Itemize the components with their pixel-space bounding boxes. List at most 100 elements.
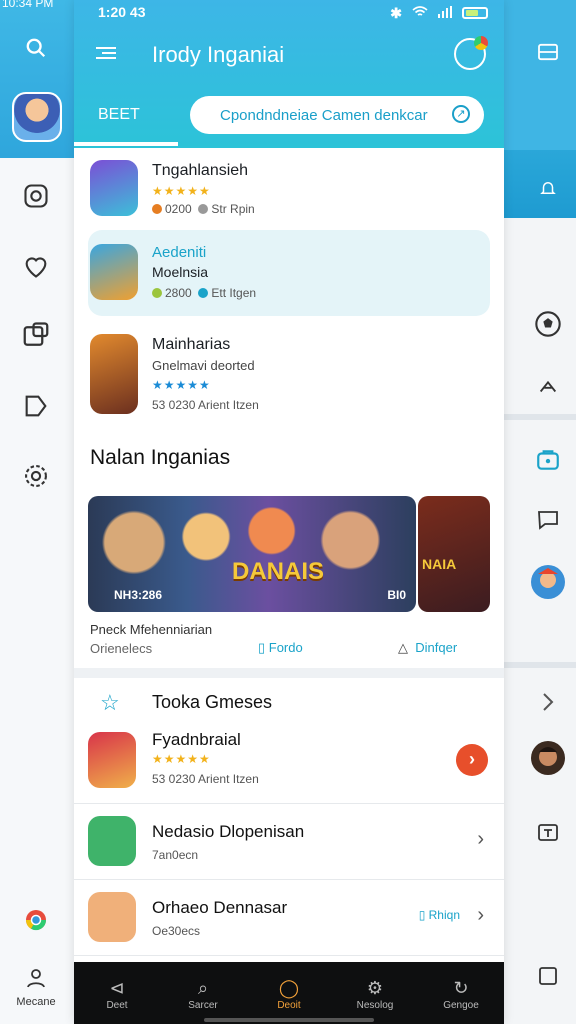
bell-icon[interactable]: [530, 170, 566, 206]
row-title: Orhaeo Dennasar: [152, 898, 288, 917]
game-meta: 53 0230 Arient Itzen: [152, 398, 259, 412]
nav-icon: ⚙: [366, 977, 384, 998]
nav-item-search[interactable]: ⌕ Sarcer: [167, 976, 239, 1011]
game-icon: [88, 732, 136, 788]
settings-icon[interactable]: [18, 458, 54, 494]
chevron-right-icon[interactable]: ›: [477, 828, 484, 851]
search-go-icon[interactable]: ↗: [452, 105, 470, 123]
app-icon: [88, 816, 136, 866]
status-time: 1:20 43: [98, 4, 146, 20]
page-title: Irody Inganiai: [152, 42, 285, 67]
game-meta: 2800 Ett Itgen: [152, 286, 256, 300]
game-meta: 0200 Str Rpin: [152, 202, 255, 216]
table-row[interactable]: Orhaeo Dennasar Oe30ecs ▯ Rhiqn ›: [74, 880, 504, 956]
nav-label: Nesolog: [356, 999, 394, 1011]
tag-icon[interactable]: [18, 388, 54, 424]
list-item-selected[interactable]: Aedeniti Moelnsia 2800 Ett Itgen: [88, 230, 490, 316]
banner2-title: NAIA: [422, 556, 457, 572]
rating-stars: ★★★★★: [152, 752, 211, 766]
featured-banner-2[interactable]: NAIA: [418, 496, 490, 612]
right-rail-header: [504, 0, 576, 150]
meta-dot-icon: [198, 204, 209, 214]
chevron-right-icon[interactable]: ›: [477, 904, 484, 927]
player-avatar-icon[interactable]: [530, 740, 566, 776]
row-meta: 7an0ecn: [152, 848, 199, 862]
puzzle-icon[interactable]: [18, 318, 54, 354]
table-row[interactable]: Nedasio Dlopenisan 7an0ecn ›: [74, 804, 504, 880]
bell-icon: △: [398, 640, 408, 655]
wifi-icon: [412, 5, 428, 21]
share-icon[interactable]: [530, 368, 566, 404]
nav-icon: ⊲: [109, 977, 125, 998]
right-rail: [504, 0, 576, 1024]
list-item[interactable]: Mainharias Gnelmavi deorted ★★★★★ 53 023…: [88, 330, 490, 426]
search-icon[interactable]: [18, 30, 54, 66]
avatar[interactable]: [12, 92, 62, 142]
tab-best[interactable]: BEET: [98, 106, 140, 124]
game-avatar-icon[interactable]: [530, 564, 566, 600]
banner-left-label: NH3:286: [114, 588, 163, 602]
row-meta: 53 0230 Arient Itzen: [152, 772, 259, 786]
heart-icon[interactable]: [18, 248, 54, 284]
signal-icon: [438, 5, 452, 21]
section-title: Nalan Inganias: [90, 446, 231, 469]
nav-icon: ◯: [278, 977, 300, 998]
chevron-right-icon[interactable]: [530, 684, 566, 720]
header: 1:20 43 ✱ Irody Inganiai BEET Cpondndnei…: [74, 0, 504, 148]
banner-link-notify-label: Dinfqer: [415, 640, 458, 655]
nav-icon: ↻: [453, 977, 469, 998]
game-icon: [90, 244, 138, 300]
nav-item-gengoe[interactable]: ↻ Gengoe: [425, 976, 497, 1011]
battery-icon: [462, 7, 488, 19]
chrome-icon[interactable]: [18, 902, 54, 938]
nav-label: Deoit: [277, 999, 301, 1011]
banner-link-notify[interactable]: △ Dinfqer: [398, 640, 457, 656]
banner-title: DANAIS: [232, 558, 325, 585]
store-icon[interactable]: [530, 442, 566, 478]
square-icon[interactable]: [530, 958, 566, 994]
featured-banner[interactable]: DANAIS NH3:286 BI0: [88, 496, 416, 612]
nav-item-deet[interactable]: ⊲ Deet: [81, 976, 153, 1011]
game-meta-value: 2800: [165, 286, 192, 300]
soccer-icon[interactable]: [530, 306, 566, 342]
instagram-icon[interactable]: [18, 178, 54, 214]
game-title: Aedeniti: [152, 244, 207, 261]
text-box-icon[interactable]: [530, 816, 566, 852]
game-icon: [90, 160, 138, 216]
list-item[interactable]: Tngahlansieh ★★★★★ 0200 Str Rpin: [88, 154, 490, 240]
nav-item-nesolog[interactable]: ⚙ Nesolog: [339, 976, 411, 1011]
banner-caption: Pneck Mfehenniarian: [90, 622, 213, 637]
nav-icon: ⌕: [197, 977, 209, 998]
banner-link-forward[interactable]: ▯ Fordo: [258, 640, 303, 656]
game-meta-label: Str Rpin: [211, 202, 255, 216]
table-row[interactable]: Fyadnbraial ★★★★★ 53 0230 Arient Itzen ›: [74, 724, 504, 804]
banner-right-label: BI0: [387, 588, 406, 602]
play-button[interactable]: ›: [456, 744, 488, 776]
nav-label: Gengoe: [443, 999, 479, 1011]
row-tag[interactable]: ▯ Rhiqn: [419, 908, 460, 922]
nav-item-deoit[interactable]: ◯ Deoit: [253, 976, 325, 1011]
left-rail-label: Mecane: [16, 996, 56, 1008]
banner-link-forward-label: Fordo: [268, 640, 303, 655]
chat-icon[interactable]: [530, 502, 566, 538]
rating-stars: ★★★★★: [152, 378, 211, 392]
section-divider: [74, 668, 504, 678]
profile-badge-icon[interactable]: [454, 36, 488, 70]
menu-icon[interactable]: [94, 40, 118, 68]
game-title: Mainharias: [152, 336, 231, 353]
right-rail-divider-2: [504, 662, 576, 668]
app-icon: [88, 892, 136, 942]
meta-dot-icon: [152, 288, 162, 298]
row-tag-label: Rhiqn: [428, 908, 460, 922]
window-icon[interactable]: [530, 34, 566, 70]
star-icon: ☆: [100, 690, 120, 715]
rating-stars: ★★★★★: [152, 184, 211, 198]
home-indicator: [204, 1018, 374, 1022]
row-meta: Oe30ecs: [152, 924, 201, 938]
search-input[interactable]: Cpondndneiae Camen denkcar ↗: [190, 96, 484, 134]
game-title: Tngahlansieh: [152, 162, 249, 179]
user-icon[interactable]: [18, 960, 54, 996]
status-bar: 1:20 43 ✱: [98, 4, 488, 22]
main-panel: 1:20 43 ✱ Irody Inganiai BEET Cpondndnei…: [74, 0, 504, 1024]
row-title: Nedasio Dlopenisan: [152, 822, 305, 841]
